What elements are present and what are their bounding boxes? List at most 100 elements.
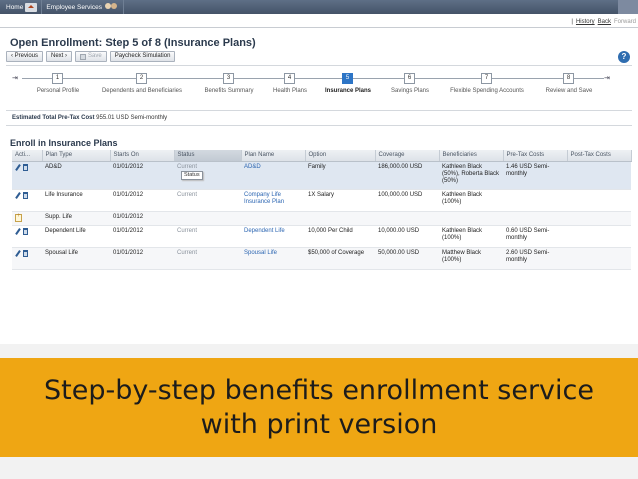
cell-beneficiaries	[439, 211, 503, 226]
save-button[interactable]: Save	[75, 51, 107, 62]
cell-status	[174, 211, 241, 226]
cell-coverage: 186,000.00 USD	[375, 161, 439, 190]
status-text: Current	[177, 163, 198, 170]
topbar-corner	[618, 0, 638, 14]
col-header-coverage[interactable]: Coverage	[375, 150, 440, 162]
row-actions	[12, 247, 42, 270]
step-8-label[interactable]: Review and Save	[524, 88, 614, 94]
save-label: Save	[88, 53, 102, 59]
nav-employee-services-label: Employee Services	[46, 3, 102, 11]
col-header-option[interactable]: Option	[305, 150, 376, 162]
cell-status: Current	[174, 247, 241, 270]
row-actions	[12, 189, 42, 212]
cell-plan-name[interactable]: Spousal Life	[241, 247, 305, 270]
separator-band	[0, 344, 638, 358]
people-icon	[104, 2, 119, 12]
cell-post-tax	[567, 225, 631, 248]
edit-icon[interactable]	[15, 164, 20, 171]
home-icon	[25, 2, 38, 12]
enrollment-roadmap: ⇥ ⇥ 1 Personal Profile 2 Dependents and …	[0, 69, 638, 109]
roadmap-end-icon: ⇥	[604, 75, 610, 82]
bottom-band	[0, 457, 638, 479]
cell-plan-name	[241, 211, 305, 226]
col-header-plan-name[interactable]: Plan Name	[241, 150, 306, 162]
cell-plan-type: AD&D	[42, 161, 110, 190]
table-row[interactable]: Life Insurance 01/01/2012 Current Compan…	[12, 189, 631, 212]
step-5-marker[interactable]: 5	[342, 73, 353, 84]
table-row[interactable]: Spousal Life 01/01/2012 Current Spousal …	[12, 247, 631, 270]
step-1-label[interactable]: Personal Profile	[13, 88, 103, 94]
delete-icon[interactable]	[23, 227, 28, 235]
delete-icon[interactable]	[23, 163, 28, 171]
previous-button[interactable]: ‹ Previous	[6, 51, 44, 62]
col-header-actions[interactable]: Acti...	[12, 150, 43, 162]
nav-employee-services[interactable]: Employee Services	[42, 0, 124, 14]
edit-icon[interactable]	[15, 250, 20, 257]
step-2-label[interactable]: Dependents and Beneficiaries	[97, 88, 187, 94]
cell-plan-name[interactable]: Company Life Insurance Plan	[241, 189, 305, 212]
col-header-status[interactable]: Status	[174, 150, 242, 162]
cell-option: 10,000 Per Child	[305, 225, 375, 248]
cell-post-tax	[567, 211, 631, 226]
add-plan-icon[interactable]	[15, 213, 22, 222]
back-link[interactable]: Back	[598, 19, 611, 25]
forward-link[interactable]: Forward	[614, 19, 636, 25]
step-2-marker[interactable]: 2	[136, 73, 147, 84]
step-6-marker[interactable]: 6	[404, 73, 415, 84]
row-actions	[12, 225, 42, 248]
delete-icon[interactable]	[23, 191, 28, 199]
paycheck-simulation-button[interactable]: Paycheck Simulation	[109, 51, 176, 62]
nav-home[interactable]: Home	[2, 0, 43, 14]
save-icon	[80, 53, 87, 60]
col-header-starts-on[interactable]: Starts On	[110, 150, 175, 162]
cell-plan-name[interactable]: AD&D	[241, 161, 305, 190]
screen: Home Employee Services | History Back Fo…	[0, 0, 638, 479]
step-8-marker[interactable]: 8	[563, 73, 574, 84]
step-7-marker[interactable]: 7	[481, 73, 492, 84]
cell-starts-on: 01/01/2012	[110, 211, 174, 226]
step-3-marker[interactable]: 3	[223, 73, 234, 84]
col-header-pre-tax-costs[interactable]: Pre-Tax Costs	[503, 150, 568, 162]
cell-coverage: 10,000.00 USD	[375, 225, 439, 248]
table-row[interactable]: Supp. Life 01/01/2012	[12, 211, 631, 226]
divider	[6, 110, 632, 111]
step-1-marker[interactable]: 1	[52, 73, 63, 84]
step-7-label[interactable]: Flexible Spending Accounts	[442, 88, 532, 94]
edit-icon[interactable]	[15, 192, 20, 199]
col-header-beneficiaries[interactable]: Beneficiaries	[439, 150, 504, 162]
main-content: | History Back Forward Open Enrollment: …	[0, 14, 638, 344]
nav-home-label: Home	[6, 3, 24, 11]
next-button[interactable]: Next ›	[46, 51, 73, 62]
separator-bar: |	[571, 19, 573, 25]
cell-beneficiaries: Kathleen Black (100%)	[439, 189, 503, 212]
cell-post-tax	[567, 161, 631, 190]
cell-coverage	[375, 211, 439, 226]
page-title: Open Enrollment: Step 5 of 8 (Insurance …	[10, 37, 256, 49]
toolbar: ‹ Previous Next › Save Paycheck Simulati…	[6, 51, 176, 62]
roadmap-line	[22, 78, 604, 79]
step-4-marker[interactable]: 4	[284, 73, 295, 84]
history-links: | History Back Forward	[571, 19, 636, 25]
cell-option: 1X Salary	[305, 189, 375, 212]
cell-beneficiaries: Kathleen Black (50%), Roberta Black (50%…	[439, 161, 503, 190]
cell-post-tax	[567, 189, 631, 212]
cell-post-tax	[567, 247, 631, 270]
estimated-cost: Estimated Total Pre-Tax Cost 955.01 USD …	[12, 115, 167, 121]
delete-icon[interactable]	[23, 249, 28, 257]
table-row[interactable]: Dependent Life 01/01/2012 Current Depend…	[12, 225, 631, 248]
help-icon[interactable]: ?	[618, 51, 630, 63]
table-row[interactable]: AD&D 01/01/2012 Current Status AD&D Famil…	[12, 161, 631, 190]
cell-pre-tax	[503, 211, 567, 226]
col-header-post-tax-costs[interactable]: Post-Tax Costs	[567, 150, 632, 162]
cell-pre-tax: 1.46 USD Semi-monthly	[503, 161, 567, 190]
table-header-row: Acti... Plan Type Starts On Status Plan …	[12, 150, 632, 162]
caption-banner: Step-by-step benefits enrollment service…	[0, 358, 638, 457]
edit-icon[interactable]	[15, 228, 20, 235]
divider	[6, 65, 632, 66]
cell-plan-name[interactable]: Dependent Life	[241, 225, 305, 248]
cell-option: $50,000 of Coverage	[305, 247, 375, 270]
cell-coverage: 100,000.00 USD	[375, 189, 439, 212]
insurance-plans-table: Acti... Plan Type Starts On Status Plan …	[12, 150, 632, 270]
col-header-plan-type[interactable]: Plan Type	[42, 150, 111, 162]
history-link[interactable]: History	[576, 19, 595, 25]
